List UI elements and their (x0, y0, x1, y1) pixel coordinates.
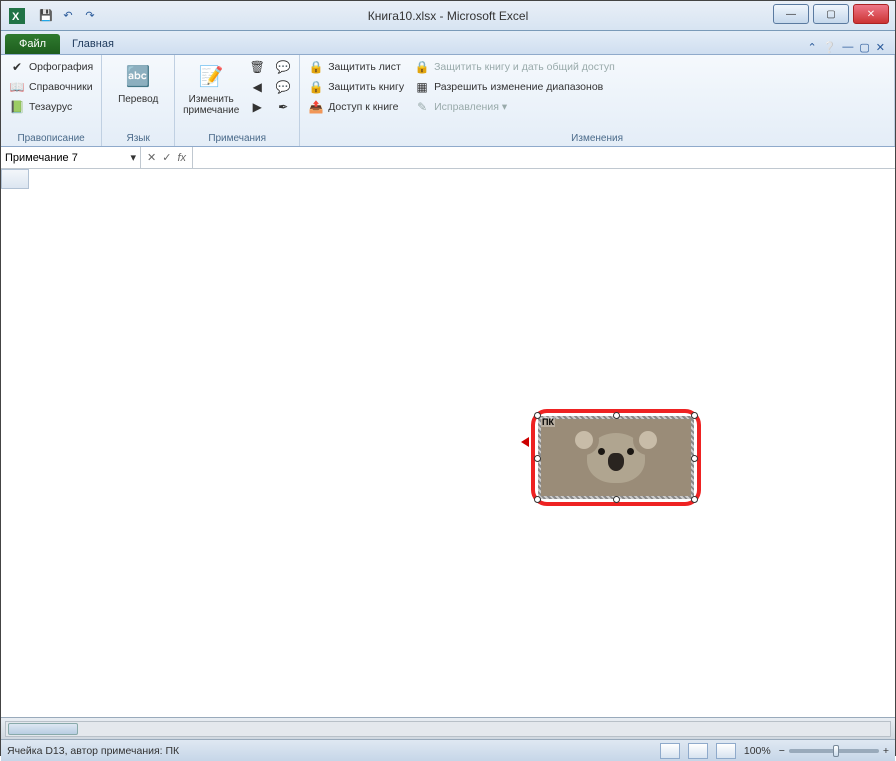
cancel-icon[interactable]: ✕ (147, 151, 156, 164)
page-layout-button[interactable] (688, 743, 708, 759)
group-label-proofing: Правописание (7, 131, 95, 146)
show-all-icon: 💬 (275, 79, 291, 95)
zoom-in-button[interactable]: + (883, 745, 889, 757)
show-comment-button[interactable]: 💬 (273, 58, 293, 76)
horizontal-scrollbar[interactable] (5, 721, 891, 737)
tab-Главная[interactable]: Главная (64, 34, 122, 54)
show-icon: 💬 (275, 59, 291, 75)
comment-edit-icon: 📝 (195, 60, 227, 92)
ink-icon: ✒ (275, 99, 291, 115)
tab-file[interactable]: Файл (5, 34, 60, 54)
worksheet-grid[interactable]: ПК (1, 169, 895, 717)
protect-workbook-button[interactable]: 🔒Защитить книгу (306, 78, 406, 96)
translate-icon: 🔤 (122, 60, 154, 92)
normal-view-button[interactable] (660, 743, 680, 759)
show-ink-button[interactable]: ✒ (273, 98, 293, 116)
show-all-comments-button[interactable]: 💬 (273, 78, 293, 96)
delete-comment-button[interactable]: 🗑 (247, 58, 267, 76)
group-label-changes: Изменения (306, 131, 888, 146)
zoom-slider[interactable] (789, 749, 879, 753)
maximize-button[interactable]: ▢ (813, 4, 849, 24)
spelling-button[interactable]: ✔Орфография (7, 58, 95, 76)
comment-author-label: ПК (541, 417, 555, 427)
track-changes-button[interactable]: ✎Исправления ▾ (412, 98, 617, 116)
track-icon: ✎ (414, 99, 430, 115)
close-button[interactable]: ✕ (853, 4, 889, 24)
allow-ranges-button[interactable]: ▦Разрешить изменение диапазонов (412, 78, 617, 96)
svg-text:X: X (12, 11, 20, 23)
translate-button[interactable]: 🔤Перевод (108, 58, 168, 107)
dropdown-icon[interactable]: ▾ (130, 151, 136, 164)
window-title: Книга10.xlsx - Microsoft Excel (368, 9, 528, 23)
protect-share-button[interactable]: 🔒Защитить книгу и дать общий доступ (412, 58, 617, 76)
prev-icon: ◀ (249, 79, 265, 95)
delete-icon: 🗑 (249, 59, 265, 75)
mdi-min-icon[interactable]: — (842, 41, 853, 54)
mdi-close-icon[interactable]: ✕ (876, 41, 885, 54)
zoom-level[interactable]: 100% (744, 745, 771, 757)
comment-arrow-icon (521, 437, 529, 447)
enter-icon[interactable]: ✓ (162, 151, 171, 164)
help-icon[interactable]: ❔ (823, 41, 837, 54)
save-icon[interactable]: 💾 (37, 7, 55, 25)
name-box[interactable]: ▾ (1, 147, 141, 168)
lock-book-icon: 🔒 (308, 79, 324, 95)
group-label-language: Язык (108, 131, 168, 146)
prev-comment-button[interactable]: ◀ (247, 78, 267, 96)
lock-sheet-icon: 🔒 (308, 59, 324, 75)
redo-icon[interactable]: ↷ (81, 7, 99, 25)
next-icon: ▶ (249, 99, 265, 115)
sheet-tab-bar (1, 717, 895, 739)
thesaurus-icon: 📗 (9, 99, 25, 115)
comment-image (541, 419, 691, 496)
mdi-restore-icon[interactable]: ▢ (859, 41, 869, 54)
book-icon: 📖 (9, 79, 25, 95)
excel-icon: X (1, 8, 33, 24)
ranges-icon: ▦ (414, 79, 430, 95)
zoom-out-button[interactable]: − (779, 745, 785, 757)
formula-bar: ▾ ✕ ✓ fx (1, 147, 895, 169)
select-all-button[interactable] (1, 169, 29, 189)
thesaurus-button[interactable]: 📗Тезаурус (7, 98, 95, 116)
protect-sheet-button[interactable]: 🔒Защитить лист (306, 58, 406, 76)
research-button[interactable]: 📖Справочники (7, 78, 95, 96)
page-break-button[interactable] (716, 743, 736, 759)
ribbon-tabs: Файл Главная ⌃ ❔ — ▢ ✕ (1, 31, 895, 55)
lock-share-icon: 🔒 (414, 59, 430, 75)
formula-input[interactable] (193, 147, 895, 168)
ribbon: ✔Орфография 📖Справочники 📗Тезаурус Право… (1, 55, 895, 147)
status-text: Ячейка D13, автор примечания: ПК (7, 745, 179, 757)
comment-selected[interactable]: ПК (531, 409, 701, 506)
minimize-ribbon-icon[interactable]: ⌃ (807, 41, 816, 54)
next-comment-button[interactable]: ▶ (247, 98, 267, 116)
undo-icon[interactable]: ↶ (59, 7, 77, 25)
edit-comment-button[interactable]: 📝Изменить примечание (181, 58, 241, 118)
share-icon: 📤 (308, 99, 324, 115)
status-bar: Ячейка D13, автор примечания: ПК 100% − … (1, 739, 895, 761)
abc-icon: ✔ (9, 59, 25, 75)
minimize-button[interactable]: — (773, 4, 809, 24)
fx-icon[interactable]: fx (177, 152, 186, 164)
name-box-input[interactable] (5, 152, 126, 164)
window-titlebar: X 💾 ↶ ↷ Книга10.xlsx - Microsoft Excel —… (1, 1, 895, 31)
group-label-comments: Примечания (181, 131, 293, 146)
share-workbook-button[interactable]: 📤Доступ к книге (306, 98, 406, 116)
